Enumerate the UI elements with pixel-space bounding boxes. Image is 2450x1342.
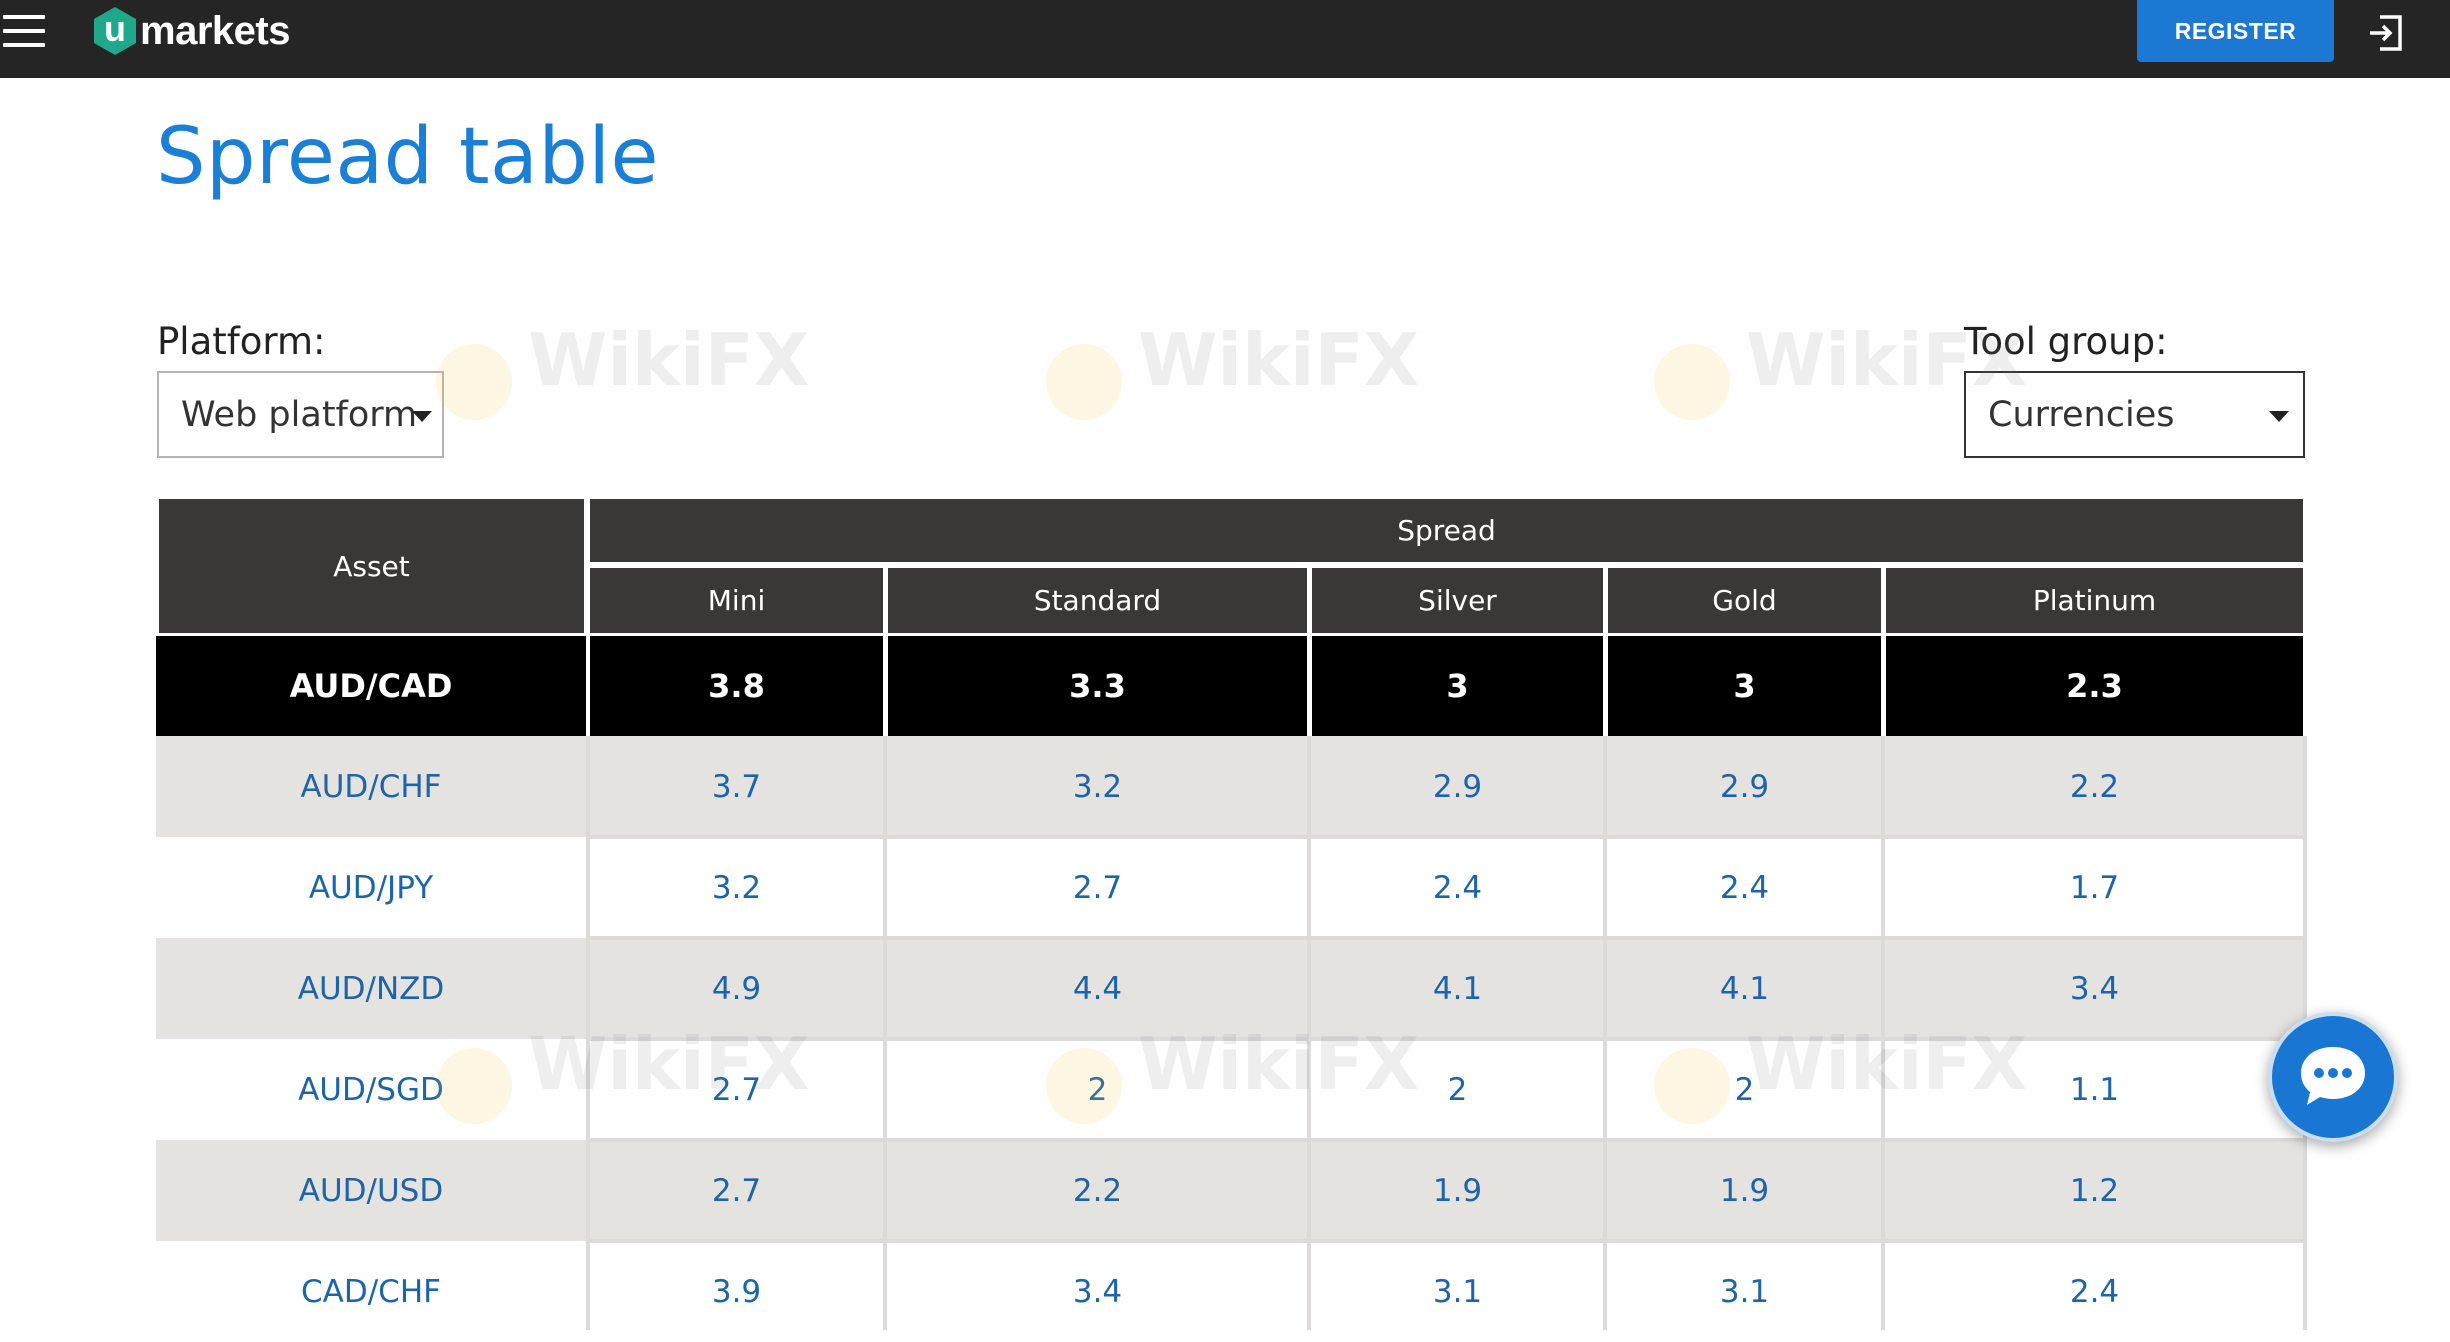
- logo-text: markets: [140, 8, 290, 53]
- spread-cell-gold: 3: [1608, 636, 1881, 736]
- watermark-text: WikiFX: [528, 318, 810, 402]
- watermark-logo-icon: [1654, 344, 1730, 420]
- spread-cell-mini: 2.7: [711, 1172, 762, 1209]
- asset-cell: CAD/CHF: [301, 1273, 441, 1310]
- spread-cell-standard: 3.2: [1072, 768, 1123, 805]
- caret-down-icon: [2269, 411, 2289, 422]
- column-header-silver: Silver: [1312, 568, 1603, 633]
- platform-select[interactable]: Web platform: [157, 371, 444, 458]
- register-button[interactable]: REGISTER: [2137, 0, 2334, 62]
- column-header-platinum: Platinum: [1886, 568, 2303, 633]
- watermark-logo-icon: [436, 344, 512, 420]
- asset-cell: AUD/CAD: [156, 636, 586, 736]
- spread-cell-mini: 3.2: [711, 869, 762, 906]
- asset-cell: AUD/USD: [298, 1172, 444, 1209]
- spread-cell-silver: 2.9: [1432, 768, 1483, 805]
- umarkets-logo[interactable]: u markets: [92, 4, 290, 58]
- spread-cell-platinum: 2.3: [1886, 636, 2303, 736]
- spread-cell-platinum: 3.4: [2069, 970, 2120, 1007]
- spread-cell-standard: 2.2: [1072, 1172, 1123, 1209]
- spread-cell-silver: 4.1: [1432, 970, 1483, 1007]
- platform-label: Platform:: [157, 320, 326, 363]
- spread-cell-standard: 3.4: [1072, 1273, 1123, 1310]
- spread-cell-platinum: 2.2: [2069, 768, 2120, 805]
- spread-cell-silver: 2.4: [1432, 869, 1483, 906]
- row-divider: [586, 1037, 2307, 1041]
- row-divider: [586, 936, 2307, 940]
- spread-cell-gold: 2: [1734, 1071, 1755, 1108]
- column-header-mini: Mini: [590, 568, 883, 633]
- logo-mark-letter: u: [104, 8, 126, 49]
- row-divider: [586, 835, 2307, 839]
- spread-cell-platinum: 1.7: [2069, 869, 2120, 906]
- spread-cell-standard: 3.3: [888, 636, 1307, 736]
- sign-in-icon[interactable]: [2366, 13, 2406, 53]
- spread-cell-mini: 3.9: [711, 1273, 762, 1310]
- spread-cell-gold: 3.1: [1719, 1273, 1770, 1310]
- spread-cell-mini: 2.7: [711, 1071, 762, 1108]
- asset-cell: AUD/SGD: [298, 1071, 444, 1108]
- asset-cell: AUD/JPY: [308, 869, 434, 906]
- spread-cell-mini: 4.9: [711, 970, 762, 1007]
- row-divider: [586, 1239, 2307, 1243]
- asset-cell: AUD/NZD: [297, 970, 445, 1007]
- spread-cell-platinum: 2.4: [2069, 1273, 2120, 1310]
- platform-select-value: Web platform: [181, 394, 418, 435]
- asset-cell: AUD/CHF: [300, 768, 442, 805]
- tool-group-select-value: Currencies: [1988, 394, 2175, 435]
- spread-cell-silver: 2: [1447, 1071, 1468, 1108]
- top-navigation-bar: u markets REGISTER: [0, 0, 2450, 78]
- spread-cell-platinum: 1.1: [2069, 1071, 2120, 1108]
- column-header-gold: Gold: [1608, 568, 1881, 633]
- spread-cell-standard: 2: [1087, 1071, 1108, 1108]
- spread-group-header: Spread: [590, 499, 2303, 562]
- hamburger-menu-icon[interactable]: [3, 13, 45, 49]
- spread-cell-standard: 4.4: [1072, 970, 1123, 1007]
- spread-cell-mini: 3.7: [711, 768, 762, 805]
- spread-cell-gold: 2.9: [1719, 768, 1770, 805]
- row-divider: [586, 1138, 2307, 1142]
- spread-cell-gold: 1.9: [1719, 1172, 1770, 1209]
- spread-cell-standard: 2.7: [1072, 869, 1123, 906]
- tool-group-label: Tool group:: [1964, 320, 2168, 363]
- spread-cell-platinum: 1.2: [2069, 1172, 2120, 1209]
- column-header-standard: Standard: [888, 568, 1307, 633]
- tool-group-select[interactable]: Currencies: [1964, 371, 2305, 458]
- logo-hexagon-icon: u: [92, 6, 138, 56]
- caret-down-icon: [412, 411, 432, 422]
- spread-cell-silver: 3: [1312, 636, 1603, 736]
- spread-cell-silver: 1.9: [1432, 1172, 1483, 1209]
- spread-cell-gold: 4.1: [1719, 970, 1770, 1007]
- spread-cell-silver: 3.1: [1432, 1273, 1483, 1310]
- watermark-text: WikiFX: [1138, 318, 1420, 402]
- page-title: Spread table: [156, 112, 660, 202]
- spread-cell-mini: 3.8: [590, 636, 883, 736]
- spread-cell-gold: 2.4: [1719, 869, 1770, 906]
- watermark-logo-icon: [1046, 344, 1122, 420]
- asset-column-header: Asset: [159, 499, 584, 633]
- chat-bubble-icon[interactable]: [2268, 1012, 2398, 1142]
